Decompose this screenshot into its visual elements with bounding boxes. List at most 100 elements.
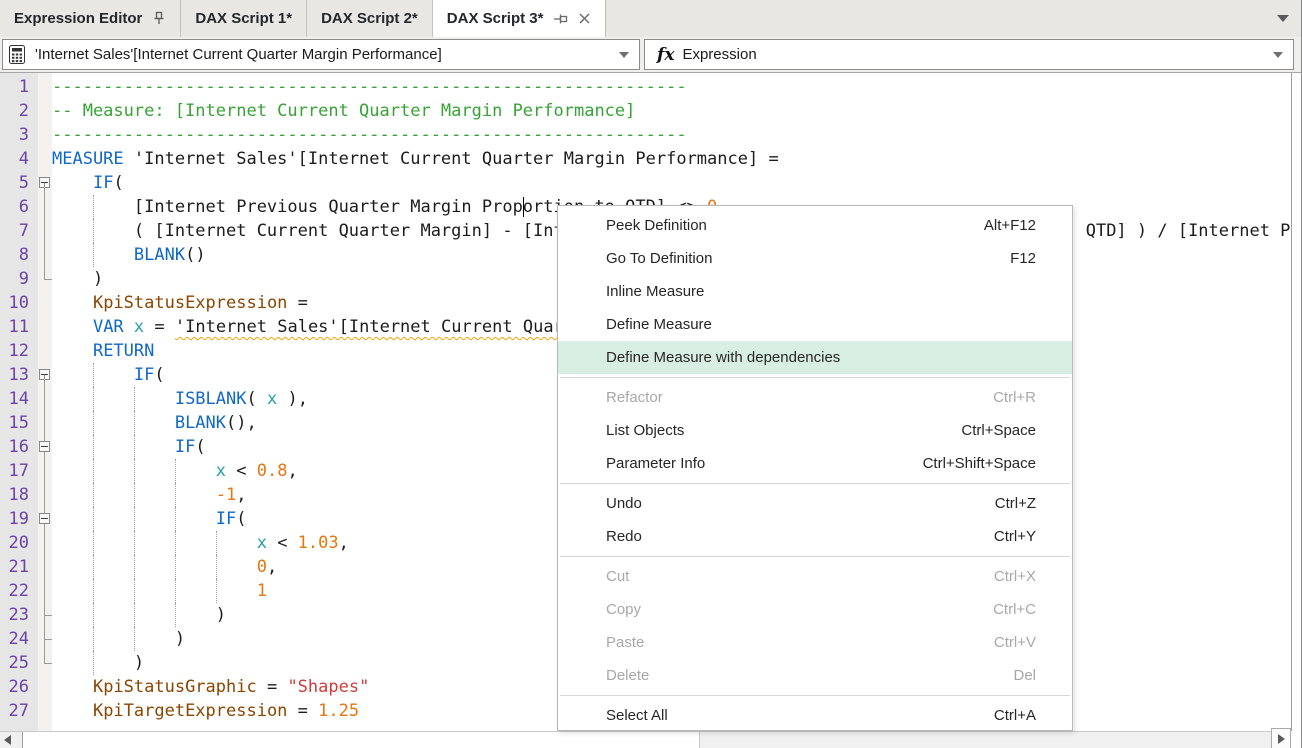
token-var: x: [267, 389, 277, 409]
menu-item-shortcut: Ctrl+Space: [961, 422, 1072, 439]
menu-item-shortcut: Ctrl+R: [993, 389, 1072, 406]
token-def: <: [226, 461, 257, 481]
indent-guide: [175, 555, 176, 579]
code-line[interactable]: 4MEASURE 'Internet Sales'[Internet Curre…: [0, 147, 1292, 171]
indent-guide: [93, 435, 94, 459]
indent-guide: [134, 435, 135, 459]
menu-item-define-measure-with-dependencies[interactable]: Define Measure with dependencies: [558, 341, 1072, 374]
menu-item-shortcut: Ctrl+Shift+Space: [923, 455, 1072, 472]
indent-guide: [93, 195, 94, 219]
measure-selector-dropdown[interactable]: 'Internet Sales'[Internet Current Quarte…: [2, 39, 640, 70]
menu-item-redo[interactable]: RedoCtrl+Y: [558, 520, 1072, 553]
token-num: 1.03: [298, 533, 339, 553]
line-number: 25: [0, 651, 38, 675]
menu-item-inline-measure[interactable]: Inline Measure: [558, 275, 1072, 308]
menu-item-select-all[interactable]: Select AllCtrl+A: [558, 699, 1072, 732]
menu-item-refactor: RefactorCtrl+R: [558, 381, 1072, 414]
menu-separator: [558, 374, 1072, 381]
menu-item-label: Go To Definition: [558, 250, 1010, 267]
menu-item-shortcut: Del: [1013, 667, 1072, 684]
token-id: KpiTargetExpression: [93, 701, 287, 721]
menu-item-shortcut: Ctrl+A: [994, 707, 1072, 724]
fold-marker[interactable]: [38, 507, 52, 531]
menu-item-peek-definition[interactable]: Peek DefinitionAlt+F12: [558, 209, 1072, 242]
indent-guide: [134, 579, 135, 603]
code-text: IF(: [52, 171, 1292, 195]
vertical-scrollbar[interactable]: [1291, 73, 1301, 731]
menu-item-list-objects[interactable]: List ObjectsCtrl+Space: [558, 414, 1072, 447]
menu-item-parameter-info[interactable]: Parameter InfoCtrl+Shift+Space: [558, 447, 1072, 480]
horizontal-scrollbar-thumb[interactable]: [22, 732, 700, 748]
fold-margin-cell: [38, 675, 52, 699]
pin-icon[interactable]: [152, 11, 166, 26]
fold-marker[interactable]: [38, 363, 52, 387]
token-def: =: [257, 677, 288, 697]
line-number: 18: [0, 483, 38, 507]
indent-guide: [175, 507, 176, 531]
menu-item-label: Copy: [558, 601, 993, 618]
indent-guide: [134, 603, 135, 627]
token-def: (),: [226, 413, 257, 433]
fold-marker: [38, 387, 52, 411]
indent-guide: [93, 579, 94, 603]
scroll-right-button[interactable]: [1271, 728, 1291, 748]
scrollbar-corner: [1291, 731, 1301, 748]
code-line[interactable]: 3---------------------------------------…: [0, 123, 1292, 147]
menu-item-shortcut: Ctrl+Z: [995, 495, 1072, 512]
fold-marker: [38, 267, 52, 291]
tab-bar: Expression Editor DAX Script 1* DAX Scri…: [0, 0, 1301, 37]
token-def: [52, 413, 175, 433]
fold-marker: [38, 411, 52, 435]
fold-marker: [38, 579, 52, 603]
line-number: 5: [0, 171, 38, 195]
menu-item-label: Inline Measure: [558, 283, 1036, 300]
line-number: 26: [0, 675, 38, 699]
menu-separator: [558, 553, 1072, 560]
horizontal-scrollbar[interactable]: [0, 731, 1301, 748]
indent-guide: [93, 507, 94, 531]
expression-selector-dropdown[interactable]: fx Expression: [644, 39, 1294, 70]
line-number: 21: [0, 555, 38, 579]
menu-item-define-measure[interactable]: Define Measure: [558, 308, 1072, 341]
pin-icon[interactable]: [553, 12, 568, 26]
menu-item-go-to-definition[interactable]: Go To DefinitionF12: [558, 242, 1072, 275]
tab-expression-editor[interactable]: Expression Editor: [0, 0, 181, 37]
code-line[interactable]: 5 IF(: [0, 171, 1292, 195]
indent-guide: [134, 411, 135, 435]
line-number: 3: [0, 123, 38, 147]
fold-marker[interactable]: [38, 171, 52, 195]
code-line[interactable]: 1---------------------------------------…: [0, 75, 1292, 99]
token-def: =: [287, 701, 318, 721]
scroll-left-icon[interactable]: [4, 735, 11, 745]
menu-item-label: Select All: [558, 707, 994, 724]
indent-guide: [93, 603, 94, 627]
tab-overflow-menu[interactable]: [1277, 0, 1289, 37]
code-text: ----------------------------------------…: [52, 75, 1292, 99]
fold-margin-cell: [38, 99, 52, 123]
line-number: 7: [0, 219, 38, 243]
tab-dax-script-2[interactable]: DAX Script 2*: [307, 0, 433, 37]
menu-item-undo[interactable]: UndoCtrl+Z: [558, 487, 1072, 520]
line-number: 24: [0, 627, 38, 651]
menu-separator: [558, 692, 1072, 699]
fold-marker: [38, 651, 52, 675]
code-line[interactable]: 2-- Measure: [Internet Current Quarter M…: [0, 99, 1292, 123]
line-number: 20: [0, 531, 38, 555]
fold-marker: [38, 603, 52, 627]
token-kw: RETURN: [93, 341, 154, 361]
tab-dax-script-1[interactable]: DAX Script 1*: [181, 0, 307, 37]
context-menu: Peek DefinitionAlt+F12Go To DefinitionF1…: [557, 205, 1073, 731]
fold-marker[interactable]: [38, 435, 52, 459]
menu-item-label: Refactor: [558, 389, 993, 406]
token-def: [52, 317, 93, 337]
indent-guide: [175, 579, 176, 603]
fx-icon: fx: [657, 45, 674, 65]
editor-toolbar: 'Internet Sales'[Internet Current Quarte…: [0, 37, 1301, 73]
indent-guide: [134, 627, 135, 651]
tab-dax-script-3[interactable]: DAX Script 3*: [433, 0, 607, 37]
menu-item-label: Cut: [558, 568, 994, 585]
close-icon[interactable]: [578, 12, 591, 25]
indent-guide: [93, 243, 94, 267]
token-def: (): [185, 245, 205, 265]
token-num: -1: [216, 485, 236, 505]
